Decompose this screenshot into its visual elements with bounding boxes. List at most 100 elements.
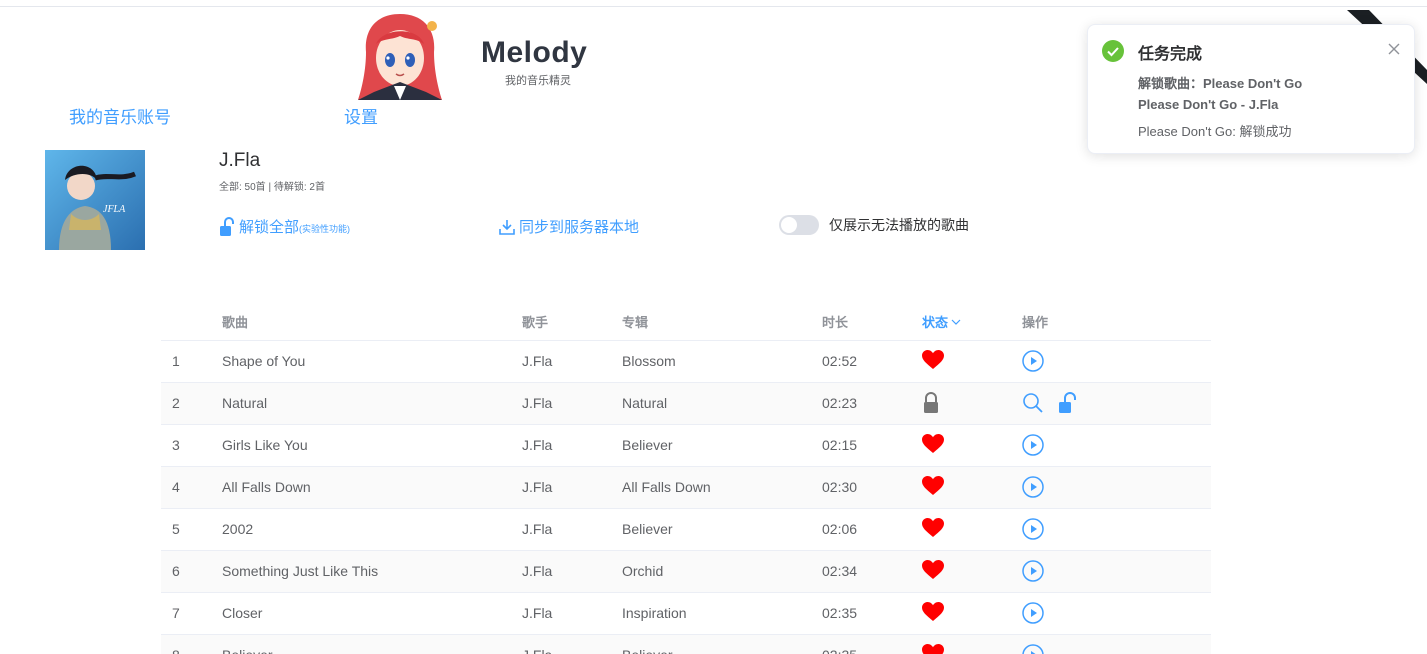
- heart-icon: [922, 518, 944, 537]
- notification-line2: Please Don't Go - J.Fla: [1138, 97, 1279, 112]
- row-ops: [1022, 518, 1044, 540]
- row-song-title: Closer: [222, 605, 263, 621]
- row-index: 5: [172, 521, 180, 537]
- download-icon: [499, 219, 515, 235]
- table-row[interactable]: 4 All Falls Down J.Fla All Falls Down 02:30: [161, 467, 1211, 509]
- heart-icon: [922, 644, 944, 654]
- row-song-title: Shape of You: [222, 353, 306, 369]
- row-song-title: All Falls Down: [222, 479, 311, 495]
- row-album: Blossom: [622, 353, 676, 369]
- table-row[interactable]: 8 Believer J.Fla Believer 02:35: [161, 635, 1211, 654]
- row-status: [922, 350, 944, 373]
- play-icon[interactable]: [1022, 518, 1044, 540]
- play-icon[interactable]: [1022, 644, 1044, 654]
- header-artist: 歌手: [522, 315, 549, 330]
- lock-icon: [924, 392, 938, 413]
- heart-icon: [922, 350, 944, 369]
- row-index: 4: [172, 479, 180, 495]
- unplayable-only-toggle[interactable]: [779, 215, 819, 235]
- row-status: [922, 602, 944, 625]
- unlock-icon: [220, 216, 234, 236]
- header-status-sort[interactable]: 状态: [922, 312, 961, 331]
- row-duration: 02:30: [822, 479, 858, 495]
- row-ops: [1022, 560, 1044, 582]
- row-song-title: 2002: [222, 521, 254, 537]
- unlock-all-note: (实验性功能): [299, 223, 351, 234]
- row-status: [922, 518, 944, 541]
- heart-icon: [922, 476, 944, 495]
- row-album: Believer: [622, 437, 673, 453]
- notification-title: 任务完成: [1138, 46, 1203, 63]
- table-row[interactable]: 7 Closer J.Fla Inspiration 02:35: [161, 593, 1211, 635]
- unlock-all-label: 解锁全部: [239, 219, 300, 236]
- row-duration: 02:23: [822, 395, 858, 411]
- row-artist: J.Fla: [522, 437, 553, 453]
- brand-subtitle: 我的音乐精灵: [505, 75, 571, 87]
- row-index: 7: [172, 605, 180, 621]
- row-duration: 02:35: [822, 605, 858, 621]
- row-artist: J.Fla: [522, 605, 553, 621]
- play-icon[interactable]: [1022, 560, 1044, 582]
- row-status: [922, 560, 944, 583]
- heart-icon: [922, 434, 944, 453]
- row-ops: [1022, 434, 1044, 456]
- header-status-label: 状态: [922, 315, 949, 330]
- play-icon[interactable]: [1022, 434, 1044, 456]
- table-row[interactable]: 5 2002 J.Fla Believer 02:06: [161, 509, 1211, 551]
- row-song-title: Natural: [222, 395, 268, 411]
- row-album: All Falls Down: [622, 479, 711, 495]
- heart-icon: [922, 602, 944, 621]
- row-album: Natural: [622, 395, 668, 411]
- row-duration: 02:52: [822, 353, 858, 369]
- row-song-title: Believer: [222, 647, 273, 654]
- row-album: Believer: [622, 647, 673, 654]
- close-icon[interactable]: [1388, 43, 1400, 55]
- cover-text: JFLA: [103, 204, 126, 215]
- row-status: [922, 644, 944, 654]
- row-album: Orchid: [622, 563, 664, 579]
- row-artist: J.Fla: [522, 521, 553, 537]
- nav-settings[interactable]: 设置: [344, 103, 378, 128]
- row-duration: 02:06: [822, 521, 858, 537]
- row-album: Believer: [622, 521, 673, 537]
- header-song: 歌曲: [222, 315, 249, 330]
- row-song-title: Girls Like You: [222, 437, 308, 453]
- notification-line3: Please Don't Go: 解锁成功: [1138, 124, 1292, 139]
- table-row[interactable]: 3 Girls Like You J.Fla Believer 02:15: [161, 425, 1211, 467]
- row-status: [922, 476, 944, 499]
- song-table: 歌曲 歌手 专辑 时长 状态 操作 1 Shape of You J.Fla Blos…: [161, 298, 1211, 654]
- row-index: 1: [172, 353, 180, 369]
- app-page: Melody 我的音乐精灵 我的音乐账号 设置 JFLA J.Fla 全部: 5…: [0, 0, 1427, 654]
- play-icon[interactable]: [1022, 476, 1044, 498]
- sync-local-label: 同步到服务器本地: [519, 219, 640, 236]
- row-duration: 02:34: [822, 563, 858, 579]
- artist-stats: 全部: 50首 | 待解锁: 2首: [219, 182, 325, 193]
- row-index: 6: [172, 563, 180, 579]
- table-row[interactable]: 1 Shape of You J.Fla Blossom 02:52: [161, 341, 1211, 383]
- unlock-all-button[interactable]: 解锁全部 (实验性功能): [219, 216, 350, 237]
- row-ops: [1022, 644, 1044, 654]
- brand-title: Melody: [481, 36, 588, 69]
- search-icon[interactable]: [1022, 392, 1044, 414]
- unplayable-only-label: 仅展示无法播放的歌曲: [829, 217, 969, 233]
- sync-local-button[interactable]: 同步到服务器本地: [498, 216, 639, 237]
- row-duration: 02:35: [822, 647, 857, 654]
- row-ops: [1022, 350, 1044, 372]
- row-index: 8: [172, 647, 180, 654]
- success-check-icon: [1102, 40, 1124, 62]
- unplayable-filter: 仅展示无法播放的歌曲: [779, 215, 969, 235]
- top-divider: [0, 6, 1427, 7]
- row-artist: J.Fla: [522, 479, 553, 495]
- table-row[interactable]: 6 Something Just Like This J.Fla Orchid 02:3…: [161, 551, 1211, 593]
- row-album: Inspiration: [622, 605, 687, 621]
- artist-name: J.Fla: [219, 150, 261, 171]
- table-row[interactable]: 2 Natural J.Fla Natural 02:23: [161, 383, 1211, 425]
- artist-cover: JFLA: [45, 150, 145, 250]
- nav-my-music-account[interactable]: 我的音乐账号: [69, 103, 171, 128]
- row-artist: J.Fla: [522, 353, 553, 369]
- unlock-icon[interactable]: [1058, 392, 1076, 414]
- row-ops: [1022, 392, 1076, 414]
- play-icon[interactable]: [1022, 602, 1044, 624]
- play-icon[interactable]: [1022, 350, 1044, 372]
- heart-icon: [922, 560, 944, 579]
